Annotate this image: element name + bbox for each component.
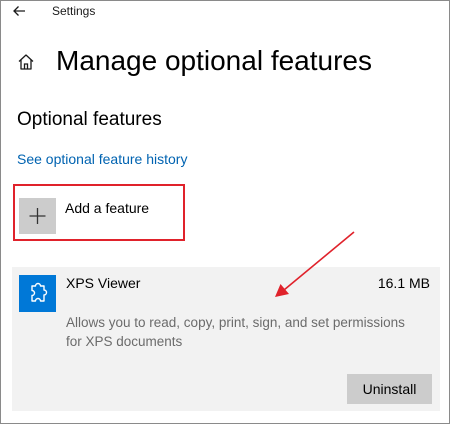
feature-description: Allows you to read, copy, print, sign, a… <box>66 315 405 349</box>
uninstall-button[interactable]: Uninstall <box>347 374 432 404</box>
page-title: Manage optional features <box>56 45 372 76</box>
settings-window: Settings Manage optional features Option… <box>0 0 450 424</box>
feature-size: 16.1 MB <box>377 275 430 291</box>
feature-history-link[interactable]: See optional feature history <box>17 151 187 167</box>
app-title: Settings <box>52 4 96 18</box>
title-bar: Settings <box>1 1 449 23</box>
back-arrow-icon[interactable] <box>10 3 30 19</box>
plus-icon <box>19 198 56 234</box>
puzzle-icon <box>19 275 56 312</box>
feature-card-xps-viewer[interactable]: XPS Viewer 16.1 MB Allows you to read, c… <box>12 267 440 411</box>
add-feature-label: Add a feature <box>65 200 150 216</box>
section-title: Optional features <box>17 109 162 130</box>
home-icon[interactable] <box>16 52 36 72</box>
feature-name: XPS Viewer <box>66 275 141 291</box>
add-feature-button[interactable]: Add a feature <box>13 184 185 241</box>
